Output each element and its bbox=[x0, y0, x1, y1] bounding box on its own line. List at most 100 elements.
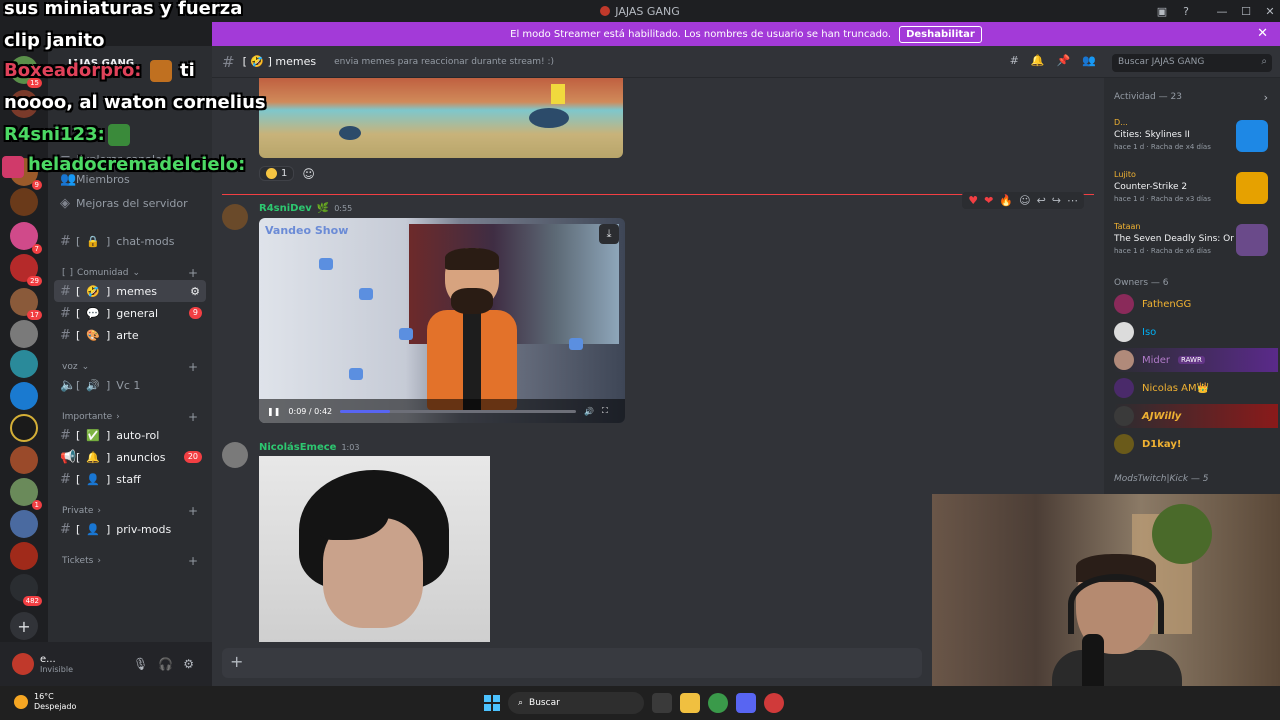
bell-icon[interactable]: 🔔 bbox=[1031, 54, 1045, 67]
author-name[interactable]: NicolásEmece bbox=[259, 442, 336, 453]
microphone-icon[interactable]: 🎙 bbox=[133, 657, 148, 671]
server-icon[interactable] bbox=[10, 414, 38, 442]
member-item[interactable]: Nicolas AM👑 bbox=[1114, 376, 1209, 400]
disable-streamer-button[interactable]: Deshabilitar bbox=[899, 25, 982, 43]
server-icon[interactable]: 1 bbox=[10, 478, 42, 510]
add-channel-icon[interactable]: + bbox=[188, 554, 198, 568]
search-icon: ⌕ bbox=[1261, 56, 1267, 67]
add-channel-icon[interactable]: + bbox=[188, 360, 198, 374]
member-list-icon[interactable]: 👥 bbox=[1082, 54, 1096, 67]
channel-general[interactable]: # [💬] general 9 bbox=[54, 302, 206, 324]
add-channel-icon[interactable]: + bbox=[188, 410, 198, 424]
minimize-button[interactable]: — bbox=[1210, 2, 1234, 20]
plus-icon[interactable]: + bbox=[230, 652, 243, 671]
taskbar-apps: ⌕ Buscar bbox=[484, 692, 784, 714]
server-icon[interactable]: 7 bbox=[10, 222, 42, 254]
forward-icon[interactable]: ↪ bbox=[1052, 194, 1061, 207]
reply-icon[interactable]: ↩ bbox=[1037, 194, 1046, 207]
server-icon[interactable] bbox=[10, 446, 38, 474]
banner-close-button[interactable]: ✕ bbox=[1257, 26, 1268, 41]
search-input[interactable]: Buscar JAJAS GANG ⌕ bbox=[1112, 54, 1272, 72]
member-name: D1kay! bbox=[1142, 438, 1182, 450]
server-icon[interactable] bbox=[10, 542, 38, 570]
chrome-icon[interactable] bbox=[708, 693, 728, 713]
member-item[interactable]: FathenGG bbox=[1114, 292, 1191, 316]
task-view-icon[interactable] bbox=[652, 693, 672, 713]
obs-icon[interactable] bbox=[764, 693, 784, 713]
category-private[interactable]: Private › + bbox=[62, 504, 198, 518]
channel-priv-mods[interactable]: # [👤] priv-mods bbox=[54, 518, 206, 540]
gear-icon[interactable]: ⚙ bbox=[183, 657, 194, 671]
channel-memes[interactable]: # [🤣] memes ⚙ bbox=[54, 280, 206, 302]
channel-vc-1[interactable]: 🔈[🔊] Vc 1 bbox=[54, 374, 206, 396]
add-server-icon[interactable]: + bbox=[10, 612, 38, 640]
hearts-icon[interactable]: ❤ bbox=[984, 194, 993, 207]
close-window-button[interactable]: ✕ bbox=[1258, 2, 1280, 20]
category-tickets[interactable]: Tickets › + bbox=[62, 554, 198, 568]
member-item[interactable]: D1kay! bbox=[1114, 432, 1181, 456]
avatar[interactable] bbox=[222, 442, 248, 468]
download-icon[interactable]: ⤓ bbox=[599, 224, 619, 244]
file-explorer-icon[interactable] bbox=[680, 693, 700, 713]
message-input[interactable]: + bbox=[222, 648, 922, 678]
message-image[interactable] bbox=[259, 78, 623, 158]
heart-icon[interactable]: ♥ bbox=[968, 194, 978, 207]
server-icon[interactable]: 17 bbox=[10, 288, 42, 320]
bracket-icon: ] bbox=[106, 378, 111, 392]
server-icon[interactable]: 482 bbox=[10, 574, 42, 606]
server-icon[interactable] bbox=[10, 382, 38, 410]
pause-icon[interactable]: ❚❚ bbox=[267, 407, 280, 416]
threads-icon[interactable]: # bbox=[1010, 54, 1019, 67]
message-photo[interactable] bbox=[259, 456, 490, 642]
settings-icon[interactable]: ⚙ bbox=[190, 285, 200, 298]
channel-chat-mods[interactable]: # [🔒] chat-mods bbox=[54, 230, 206, 252]
category-importante[interactable]: Importante › + bbox=[62, 410, 198, 424]
activity-streak: Racha de x3 días bbox=[1150, 195, 1211, 203]
headphones-icon[interactable]: 🎧 bbox=[158, 657, 173, 671]
avatar[interactable] bbox=[12, 653, 34, 675]
help-icon[interactable]: ? bbox=[1174, 2, 1198, 20]
fullscreen-icon[interactable]: ⛶ bbox=[602, 406, 608, 416]
avatar[interactable] bbox=[222, 204, 248, 230]
server-badge: 17 bbox=[27, 310, 42, 320]
server-icon[interactable] bbox=[10, 350, 38, 378]
boosts-label: Mejoras del servidor bbox=[76, 196, 188, 210]
server-icon[interactable] bbox=[10, 510, 38, 538]
add-channel-icon[interactable]: + bbox=[188, 504, 198, 518]
category-voz[interactable]: voz ⌄ + bbox=[62, 360, 198, 374]
taskbar-search[interactable]: ⌕ Buscar bbox=[508, 692, 644, 714]
activity-card[interactable]: D... Cities: Skylines II hace 1 d · Rach… bbox=[1114, 118, 1274, 166]
reaction-button[interactable]: 1 bbox=[259, 166, 295, 181]
more-icon[interactable]: ⋯ bbox=[1067, 194, 1078, 207]
add-reaction-icon[interactable]: ☺ bbox=[1019, 194, 1030, 207]
activity-header[interactable]: Actividad — 23 › bbox=[1114, 91, 1270, 104]
activity-card[interactable]: Tataan The Seven Deadly Sins: Ori... hac… bbox=[1114, 222, 1274, 270]
discord-icon[interactable] bbox=[736, 693, 756, 713]
server-boosts[interactable]: ◈ Mejoras del servidor bbox=[54, 192, 206, 214]
channel-staff[interactable]: # [👤] staff bbox=[54, 468, 206, 490]
server-icon[interactable]: 29 bbox=[10, 254, 42, 286]
user-info[interactable]: e... Invisible bbox=[40, 654, 73, 674]
video-progress[interactable] bbox=[340, 409, 577, 413]
channel-anuncios[interactable]: 📢[🔔] anuncios 20 bbox=[54, 446, 206, 468]
add-channel-icon[interactable]: + bbox=[188, 266, 198, 280]
channel-arte[interactable]: # [🎨] arte bbox=[54, 324, 206, 346]
channel-auto-rol[interactable]: # [✅] auto-rol bbox=[54, 424, 206, 446]
activity-card[interactable]: Lujito Counter-Strike 2 hace 1 d · Racha… bbox=[1114, 170, 1274, 218]
pin-icon[interactable]: 📌 bbox=[1057, 54, 1071, 67]
member-item[interactable]: Mider RAWR bbox=[1114, 348, 1278, 372]
inbox-icon[interactable]: ▣ bbox=[1150, 2, 1174, 20]
volume-icon[interactable]: 🔊 bbox=[584, 407, 594, 416]
weather-widget[interactable]: 16°C Despejado bbox=[14, 692, 76, 712]
server-icon[interactable] bbox=[10, 320, 38, 348]
video-player[interactable]: Vandeo Show ⤓ ❚❚ 0:09 / 0:42 🔊 ⛶ bbox=[259, 218, 625, 423]
author-name[interactable]: R4sniDev bbox=[259, 203, 312, 214]
windows-start-icon[interactable] bbox=[484, 695, 500, 711]
category-comunidad[interactable]: [] Comunidad ⌄ + bbox=[62, 266, 198, 280]
fire-icon[interactable]: 🔥 bbox=[999, 194, 1013, 207]
add-reaction-icon[interactable]: ☺ bbox=[302, 167, 315, 181]
maximize-button[interactable]: ☐ bbox=[1234, 2, 1258, 20]
member-item[interactable]: AJWilly bbox=[1114, 404, 1278, 428]
member-item[interactable]: Iso bbox=[1114, 320, 1156, 344]
server-icon[interactable] bbox=[10, 188, 38, 216]
